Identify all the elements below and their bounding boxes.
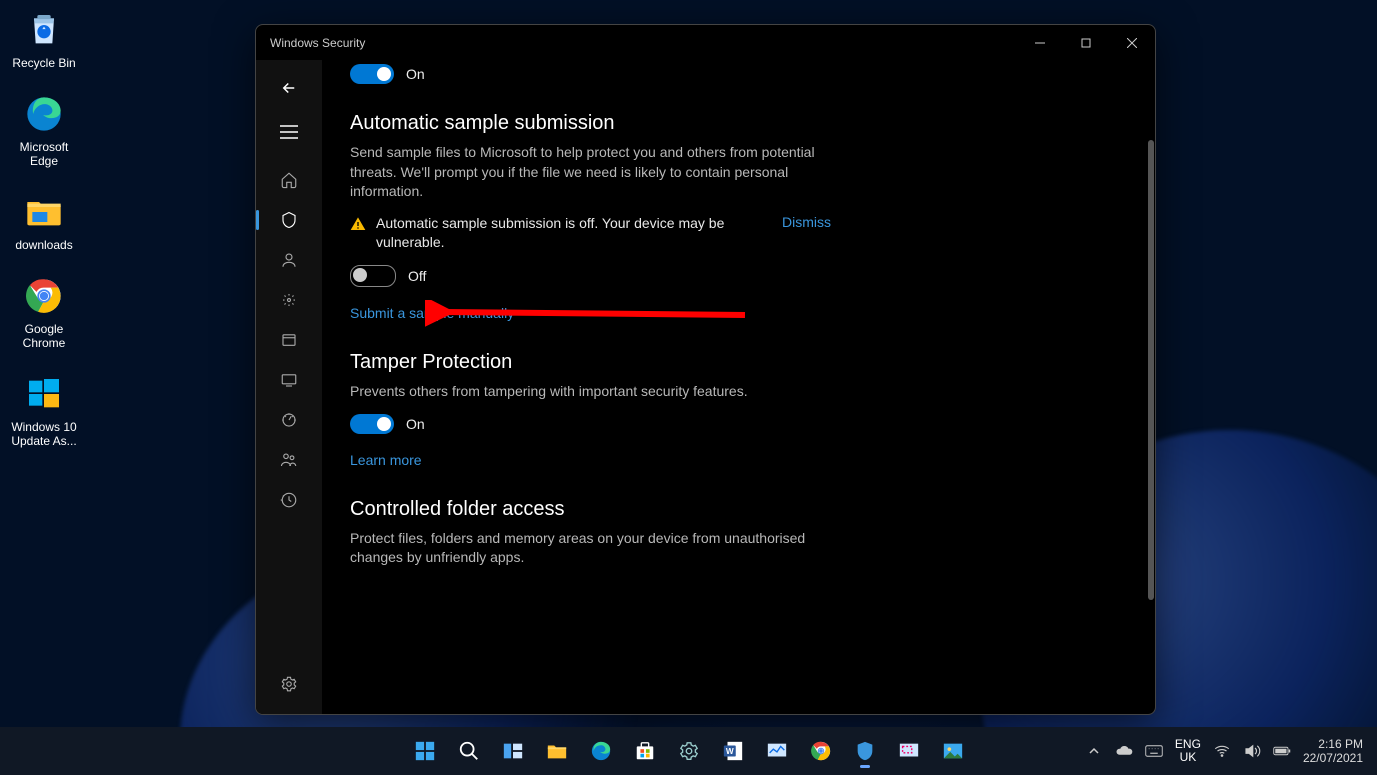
desktop-label: Windows 10 Update As... <box>6 420 82 448</box>
desktop-label: Google Chrome <box>6 322 82 350</box>
scrollbar[interactable] <box>1148 140 1154 600</box>
chrome-icon <box>22 274 66 318</box>
settings-taskbar-button[interactable] <box>670 732 708 770</box>
tray-overflow-icon[interactable] <box>1085 742 1103 760</box>
section-title-automatic-sample-submission: Automatic sample submission <box>350 112 1115 135</box>
warning-text: Automatic sample submission is off. Your… <box>376 214 746 253</box>
toggle-label: On <box>406 416 425 432</box>
window-title: Windows Security <box>270 36 365 50</box>
titlebar[interactable]: Windows Security <box>256 25 1155 60</box>
task-view-button[interactable] <box>494 732 532 770</box>
nav-virus-protection[interactable] <box>256 200 322 240</box>
nav-firewall[interactable] <box>256 280 322 320</box>
toggle-label: On <box>406 66 425 82</box>
desktop-icon-chrome[interactable]: Google Chrome <box>6 274 82 350</box>
keyboard-icon[interactable] <box>1145 742 1163 760</box>
automatic-sample-submission-toggle[interactable] <box>350 265 396 287</box>
learn-more-link[interactable]: Learn more <box>350 452 422 468</box>
windows-security-taskbar-button[interactable] <box>846 732 884 770</box>
content-area: On Automatic sample submission Send samp… <box>322 60 1155 714</box>
task-manager-button[interactable] <box>758 732 796 770</box>
warning-icon <box>350 216 366 232</box>
nav-home[interactable] <box>256 160 322 200</box>
start-button[interactable] <box>406 732 444 770</box>
wifi-icon[interactable] <box>1213 742 1231 760</box>
maximize-button[interactable] <box>1063 25 1109 60</box>
desktop-icon-recycle-bin[interactable]: Recycle Bin <box>6 8 82 70</box>
lang-secondary: UK <box>1175 751 1201 764</box>
search-button[interactable] <box>450 732 488 770</box>
windows-icon <box>22 372 66 416</box>
dismiss-link[interactable]: Dismiss <box>782 214 831 230</box>
desktop-icon-downloads[interactable]: downloads <box>6 190 82 252</box>
desktop-label: Microsoft Edge <box>6 140 82 168</box>
chrome-taskbar-button[interactable] <box>802 732 840 770</box>
windows-security-window: Windows Security <box>255 24 1156 715</box>
desktop-icon-winupdate[interactable]: Windows 10 Update As... <box>6 372 82 448</box>
battery-icon[interactable] <box>1273 742 1291 760</box>
clock[interactable]: 2:16 PM 22/07/2021 <box>1303 737 1363 766</box>
file-explorer-button[interactable] <box>538 732 576 770</box>
section-title-controlled-folder-access: Controlled folder access <box>350 498 1115 521</box>
volume-icon[interactable] <box>1243 742 1261 760</box>
toggle-label: Off <box>408 268 426 284</box>
section-description: Prevents others from tampering with impo… <box>350 382 830 402</box>
nav-account-protection[interactable] <box>256 240 322 280</box>
onedrive-icon[interactable] <box>1115 742 1133 760</box>
folder-icon <box>22 190 66 234</box>
photos-button[interactable] <box>934 732 972 770</box>
language-indicator[interactable]: ENG UK <box>1175 738 1201 764</box>
section-description: Send sample files to Microsoft to help p… <box>350 143 830 202</box>
nav-device-security[interactable] <box>256 360 322 400</box>
word-button[interactable]: W <box>714 732 752 770</box>
section-title-tamper-protection: Tamper Protection <box>350 351 1115 374</box>
date: 22/07/2021 <box>1303 751 1363 765</box>
taskbar-center: W <box>406 732 972 770</box>
desktop-label: Recycle Bin <box>12 56 75 70</box>
microsoft-store-button[interactable] <box>626 732 664 770</box>
system-tray: ENG UK 2:16 PM 22/07/2021 <box>1085 737 1377 766</box>
nav-app-browser[interactable] <box>256 320 322 360</box>
tamper-protection-toggle[interactable] <box>350 414 394 434</box>
time: 2:16 PM <box>1303 737 1363 751</box>
nav-settings[interactable] <box>269 664 309 704</box>
nav-family-options[interactable] <box>256 440 322 480</box>
desktop-icons: Recycle Bin Microsoft Edge downloads Goo… <box>6 8 82 448</box>
submit-sample-manually-link[interactable]: Submit a sample manually <box>350 305 514 321</box>
edge-button[interactable] <box>582 732 620 770</box>
snipping-tool-button[interactable] <box>890 732 928 770</box>
recycle-bin-icon <box>22 8 66 52</box>
nav-device-performance[interactable] <box>256 400 322 440</box>
section-description: Protect files, folders and memory areas … <box>350 529 830 568</box>
minimize-button[interactable] <box>1017 25 1063 60</box>
hamburger-button[interactable] <box>269 112 309 152</box>
desktop-label: downloads <box>15 238 72 252</box>
close-button[interactable] <box>1109 25 1155 60</box>
nav-protection-history[interactable] <box>256 480 322 520</box>
taskbar: W ENG UK 2:16 PM 22/07/2021 <box>0 727 1377 775</box>
svg-text:W: W <box>725 747 733 756</box>
cloud-protection-toggle[interactable] <box>350 64 394 84</box>
desktop-icon-edge[interactable]: Microsoft Edge <box>6 92 82 168</box>
edge-icon <box>22 92 66 136</box>
back-button[interactable] <box>269 68 309 108</box>
sidebar <box>256 60 322 714</box>
